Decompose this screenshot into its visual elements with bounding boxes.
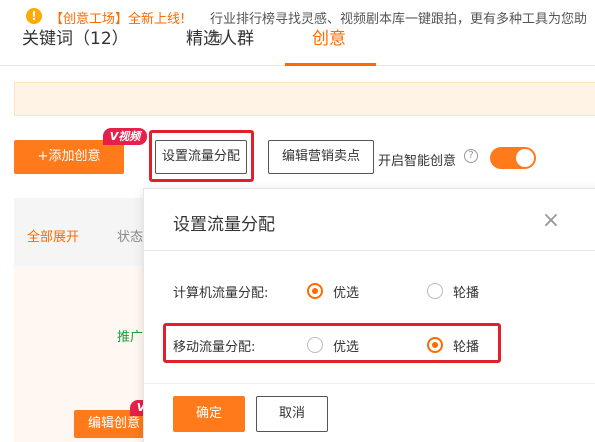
cancel-button[interactable]: 取消 [256,396,328,432]
close-icon[interactable]: × [541,210,561,232]
set-traffic-button[interactable]: 设置流量分配 [155,140,247,174]
dialog-footer-divider [144,383,595,384]
tab-keywords[interactable]: 关键词（12） [22,24,129,49]
smart-creative-toggle[interactable] [490,147,536,169]
pc-option-preferred: 优选 [333,286,360,301]
dialog-title: 设置流量分配 [173,215,275,235]
video-badge: V视频 [103,128,147,145]
notice-bar [14,82,595,116]
status-column-header: 状态 [117,230,144,245]
active-tab-indicator [285,63,376,66]
expand-all-link[interactable]: 全部展开 [27,226,79,245]
mobile-option-preferred: 优选 [333,340,360,355]
notice-highlight[interactable]: 【创意工场】全新上线! [50,8,185,27]
dialog-divider [144,250,595,251]
mobile-radio-rotate[interactable] [427,337,443,353]
mobile-traffic-label: 移动流量分配: [173,340,256,355]
pc-radio-preferred[interactable] [307,283,323,299]
notice-text: 行业排行榜寻找灵感、视频剧本库一键跟拍，更有多种工具为您助力 [210,12,588,46]
mobile-radio-preferred[interactable] [307,337,323,353]
promo-status: 推广 [117,330,144,345]
add-creative-button[interactable]: +添加创意 [14,140,124,174]
mobile-option-rotate: 轮播 [453,340,480,355]
toggle-knob [516,149,534,167]
help-icon[interactable]: ? [464,149,478,163]
confirm-button[interactable]: 确定 [173,396,245,432]
pc-traffic-label: 计算机流量分配: [173,286,269,301]
smart-creative-label: 开启智能创意 [378,154,457,169]
pc-radio-rotate[interactable] [427,283,443,299]
traffic-allocation-dialog: 设置流量分配 × 计算机流量分配: 优选 轮播 移动流量分配: 优选 轮播 确定… [143,188,595,442]
warning-icon: ! [26,8,42,24]
edit-selling-point-button[interactable]: 编辑营销卖点 [268,140,374,174]
pc-option-rotate: 轮播 [453,286,480,301]
